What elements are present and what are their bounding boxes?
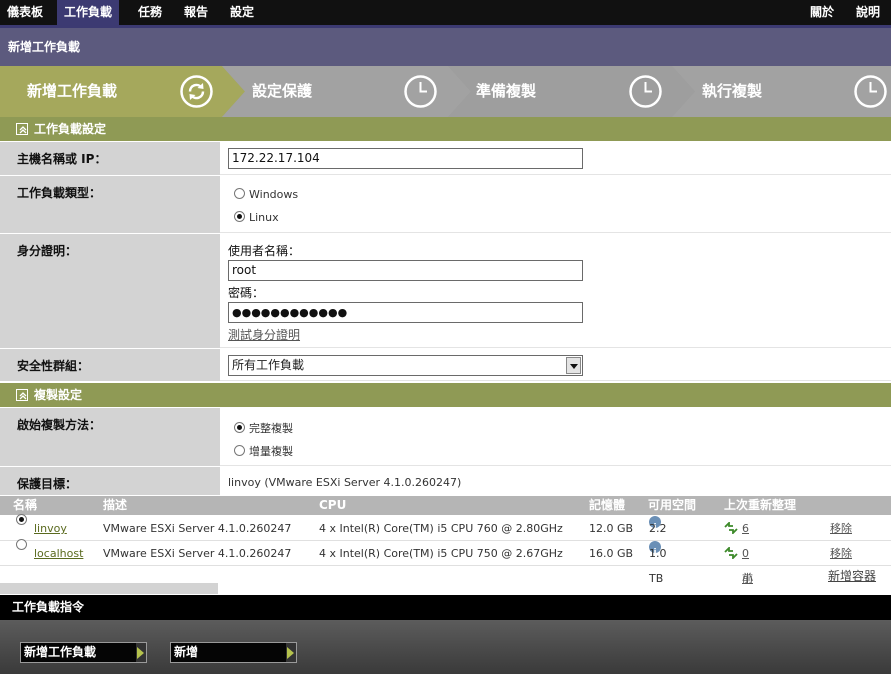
collapse-icon[interactable] — [16, 123, 28, 135]
container-name-link[interactable]: linvoy — [34, 516, 67, 541]
wizard-step-label: 執行複製 — [702, 82, 763, 100]
radio-label: Windows — [249, 188, 299, 201]
col-free-space[interactable]: 可用空間 — [648, 496, 696, 515]
wizard-steps: 新增工作負載 設定保護 準備複製 執行複製 — [0, 66, 891, 117]
col-last-refresh[interactable]: 上次重新整理 — [724, 496, 796, 515]
radio-linux[interactable]: Linux — [234, 211, 279, 224]
add-container-link[interactable]: 新增容器 — [828, 567, 876, 584]
row-replication-method: 啟始複製方法： 完整複製 增量複製 — [0, 408, 891, 467]
radio-full-replication[interactable]: 完整複製 — [234, 420, 293, 436]
security-group-label: 安全性群組： — [0, 349, 220, 381]
remove-link[interactable]: 移除 — [830, 541, 852, 566]
password-input[interactable]: ●●●●●●●●●●●● — [228, 302, 583, 323]
wizard-step-configure-protection: 設定保護 — [222, 66, 448, 117]
container-name-link[interactable]: localhost — [34, 541, 83, 566]
nav-workloads[interactable]: 工作負載 — [57, 0, 120, 25]
radio-button[interactable] — [234, 188, 245, 199]
top-nav: 儀表板 工作負載 任務 報告 設定 關於 說明 — [0, 0, 891, 25]
radio-windows[interactable]: Windows — [234, 188, 298, 201]
table-row[interactable]: localhost VMware ESXi Server 4.1.0.26024… — [0, 539, 891, 635]
container-description: VMware ESXi Server 4.1.0.260247 — [103, 522, 292, 535]
wizard-step-label: 設定保護 — [252, 82, 313, 100]
protection-target-label: 保護目標： — [0, 467, 220, 495]
row-workload-type: 工作負載類型： Windows Linux — [0, 176, 891, 234]
wizard-step-label: 新增工作負載 — [27, 82, 118, 100]
row-host: 主機名稱或 IP： 172.22.17.104 — [0, 142, 891, 176]
col-cpu[interactable]: CPU — [319, 496, 346, 515]
nav-dashboard[interactable]: 儀表板 — [0, 0, 50, 25]
col-description[interactable]: 描述 — [103, 496, 127, 515]
section-title: 複製設定 — [34, 388, 83, 402]
protection-target-value: linvoy (VMware ESXi Server 4.1.0.260247) — [228, 476, 462, 489]
wizard-step-prepare-replication: 準備複製 — [448, 66, 672, 117]
chevron-down-icon[interactable] — [566, 357, 581, 374]
section-title: 工作負載設定 — [34, 122, 107, 136]
clock-icon — [404, 75, 437, 108]
refresh-icon[interactable] — [724, 522, 738, 534]
nav-about[interactable]: 關於 — [803, 0, 841, 25]
wizard-step-run-replication: 執行複製 — [672, 66, 891, 117]
row-credentials: 身分證明： 使用者名稱： root 密碼： ●●●●●●●●●●●● 測試身分證… — [0, 234, 891, 349]
row-protection-target: 保護目標： linvoy (VMware ESXi Server 4.1.0.2… — [0, 467, 891, 496]
play-arrow-icon — [287, 647, 294, 659]
container-last-refresh[interactable]: 0 小時前 — [724, 541, 753, 635]
container-memory: 12.0 GB — [589, 522, 634, 535]
add-workload-command[interactable]: 新增工作負載 — [20, 642, 147, 663]
play-arrow-icon — [137, 647, 144, 659]
radio-label: 完整複製 — [249, 422, 293, 435]
radio-label: 增量複製 — [249, 445, 293, 458]
username-label: 使用者名稱： — [228, 244, 301, 258]
username-input[interactable]: root — [228, 260, 583, 281]
label-column-bottom — [0, 583, 218, 594]
host-label: 主機名稱或 IP： — [0, 142, 220, 175]
radio-button[interactable] — [234, 445, 245, 456]
password-label: 密碼： — [228, 286, 265, 300]
security-group-value: 所有工作負載 — [232, 358, 305, 372]
col-name[interactable]: 名稱 — [13, 496, 37, 515]
collapse-icon[interactable] — [16, 389, 28, 401]
section-workload-settings[interactable]: 工作負載設定 — [0, 117, 891, 141]
security-group-select[interactable]: 所有工作負載 — [228, 355, 583, 376]
workload-type-label: 工作負載類型： — [0, 176, 220, 233]
radio-button[interactable] — [234, 211, 245, 222]
radio-button[interactable] — [234, 422, 245, 433]
col-memory[interactable]: 記憶體 — [589, 496, 625, 515]
container-description: VMware ESXi Server 4.1.0.260247 — [103, 547, 292, 560]
host-input[interactable]: 172.22.17.104 — [228, 148, 583, 169]
container-cpu: 4 x Intel(R) Core(TM) i5 CPU 760 @ 2.80G… — [319, 522, 563, 535]
page-title: 新增工作負載 — [0, 28, 891, 66]
clock-icon — [629, 75, 662, 108]
refresh-icon[interactable] — [724, 547, 738, 559]
command-label: 新增工作負載 — [24, 645, 97, 659]
nav-tasks[interactable]: 任務 — [131, 0, 169, 25]
wizard-step-add-workload: 新增工作負載 — [0, 66, 222, 117]
add-command[interactable]: 新增 — [170, 642, 297, 663]
table-row[interactable]: linvoy VMware ESXi Server 4.1.0.260247 4… — [0, 514, 891, 585]
nav-help[interactable]: 說明 — [849, 0, 887, 25]
wizard-step-label: 準備複製 — [476, 82, 537, 100]
workload-commands-title: 工作負載指令 — [0, 595, 891, 620]
radio-incremental-replication[interactable]: 增量複製 — [234, 443, 293, 459]
radio-label: Linux — [249, 211, 279, 224]
replication-method-label: 啟始複製方法： — [0, 408, 220, 466]
clock-icon — [854, 75, 887, 108]
section-replication-settings[interactable]: 複製設定 — [0, 383, 891, 407]
remove-link[interactable]: 移除 — [830, 516, 852, 541]
row-security-group: 安全性群組： 所有工作負載 — [0, 349, 891, 382]
refresh-circle-icon — [180, 75, 213, 108]
credentials-label: 身分證明： — [0, 234, 220, 348]
container-table-header: 名稱 描述 CPU 記憶體 可用空間 上次重新整理 — [0, 496, 891, 515]
container-cpu: 4 x Intel(R) Core(TM) i5 CPU 750 @ 2.67G… — [319, 547, 563, 560]
test-credentials-link[interactable]: 測試身分證明 — [228, 326, 300, 343]
container-memory: 16.0 GB — [589, 547, 634, 560]
command-label: 新增 — [174, 645, 199, 659]
nav-reports[interactable]: 報告 — [177, 0, 215, 25]
nav-settings[interactable]: 設定 — [223, 0, 261, 25]
container-last-refresh[interactable]: 6 天前 — [724, 516, 753, 585]
